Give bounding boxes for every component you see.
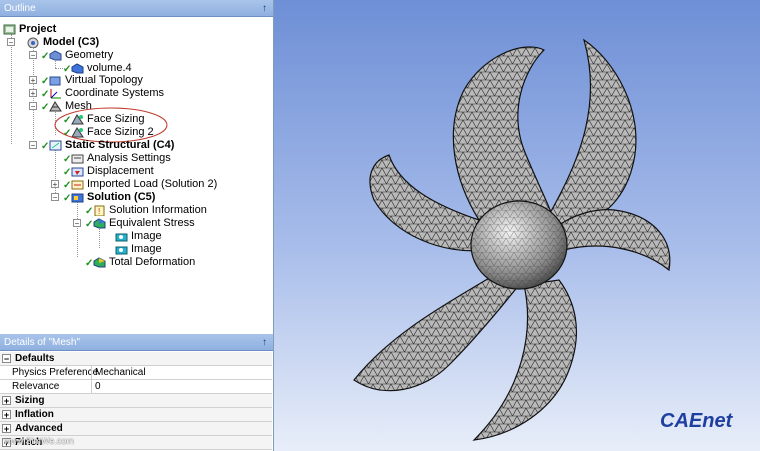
body-icon [71,63,84,74]
expand-icon[interactable]: + [2,410,11,420]
svg-text:!: ! [98,207,100,216]
graphics-viewport[interactable] [274,0,760,451]
row-relevance[interactable]: Relevance 0 [0,380,272,394]
tree-displacement[interactable]: Displacement [71,165,154,178]
group-defaults[interactable]: − Defaults [0,352,272,366]
details-title-bar: Details of "Mesh" ↑ [0,334,273,351]
collapse-mesh-toggle[interactable]: − [29,102,37,111]
displacement-icon [71,166,84,177]
watermark-caenet-logo: CAEnet [660,410,733,432]
tree-model[interactable]: Model (C3) [27,36,99,49]
virtual-topology-icon [49,75,62,86]
collapse-equivalent-stress-toggle[interactable]: − [73,219,81,228]
tree-total-deformation[interactable]: Total Deformation [93,256,195,269]
analysis-settings-icon [71,153,84,164]
expand-imported-load-toggle[interactable]: + [51,180,59,189]
propeller-hub [470,200,568,290]
imported-load-icon [71,179,84,190]
watermark-simwe: www.SimWe.com [4,436,74,446]
collapse-model-toggle[interactable]: − [7,38,15,47]
row-physics-preference[interactable]: Physics Preference Mechanical [0,366,272,380]
camera-icon [115,244,128,255]
expand-icon[interactable]: + [2,396,11,406]
outline-panel: Outline ↑ Project − Model (C3) − ✓ Geome… [0,0,274,334]
tree-equivalent-stress[interactable]: Equivalent Stress [93,217,195,230]
tree-analysis-settings[interactable]: Analysis Settings [71,152,171,165]
outline-title-bar: Outline ↑ [0,0,273,17]
outline-title: Outline [4,3,36,14]
result-icon [93,218,106,229]
tree-solution-information[interactable]: ! Solution Information [93,204,207,217]
camera-icon [115,231,128,242]
project-icon [3,24,16,35]
expand-coordinate-systems-toggle[interactable]: + [29,89,37,98]
collapse-solution-toggle[interactable]: − [51,193,59,202]
pin-icon[interactable]: ↑ [262,0,267,17]
pin-icon[interactable]: ↑ [262,334,267,351]
tree-virtual-topology[interactable]: Virtual Topology [49,74,143,87]
propeller-mesh-render [353,38,671,441]
expand-virtual-topology-toggle[interactable]: + [29,76,37,85]
collapse-icon[interactable]: − [2,354,11,364]
tree-project[interactable]: Project [3,23,56,36]
static-structural-icon [49,140,62,151]
tree-geometry[interactable]: Geometry [49,49,113,62]
outline-tree: Project − Model (C3) − ✓ Geometry ✓ volu… [0,17,273,334]
group-advanced[interactable]: + Advanced [0,422,272,436]
tree-image-2[interactable]: Image [115,243,162,256]
expand-icon[interactable]: + [2,424,11,434]
details-title: Details of "Mesh" [4,337,81,348]
tree-solution[interactable]: Solution (C5) [71,191,155,204]
details-panel: Details of "Mesh" ↑ − Defaults Physics Pr… [0,334,274,451]
collapse-static-structural-toggle[interactable]: − [29,141,37,150]
info-icon: ! [93,205,106,217]
solution-icon [71,192,84,203]
tree-coordinate-systems[interactable]: Coordinate Systems [49,87,164,100]
tree-image-1[interactable]: Image [115,230,162,243]
collapse-geometry-toggle[interactable]: − [29,51,37,60]
model-icon [27,37,40,49]
result-icon [93,257,106,268]
group-inflation[interactable]: + Inflation [0,408,272,422]
coordinate-systems-icon [49,88,62,99]
group-sizing[interactable]: + Sizing [0,394,272,408]
tree-static-structural[interactable]: Static Structural (C4) [49,139,174,152]
tree-imported-load[interactable]: Imported Load (Solution 2) [71,178,217,191]
geometry-icon [49,50,62,61]
